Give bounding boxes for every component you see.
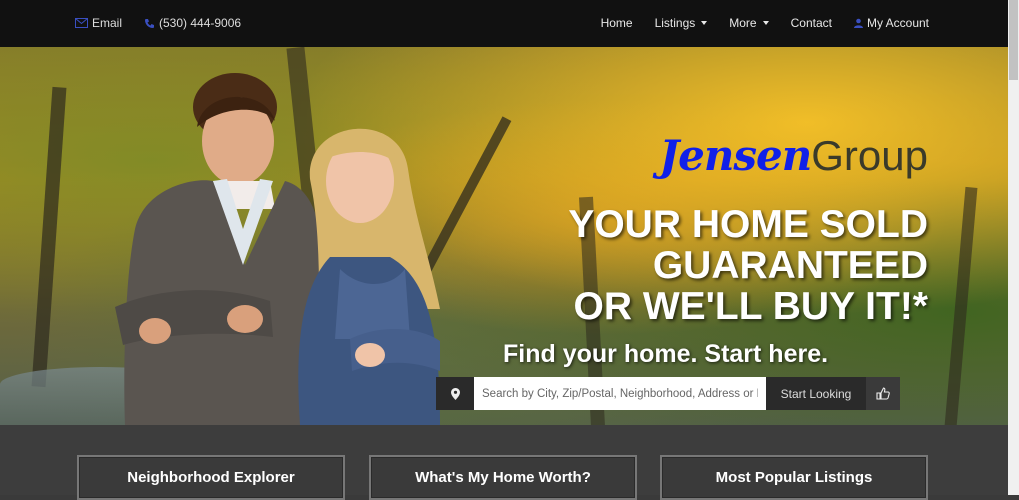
hero-subheadline: Find your home. Start here. bbox=[503, 340, 829, 368]
nav-home[interactable]: Home bbox=[601, 16, 633, 30]
nav-more-label: More bbox=[729, 16, 757, 30]
email-label: Email bbox=[92, 16, 123, 30]
chevron-down-icon bbox=[701, 21, 708, 25]
nav-contact[interactable]: Contact bbox=[791, 16, 832, 30]
nav-home-label: Home bbox=[600, 16, 633, 30]
card-title: Most Popular Listings bbox=[715, 469, 873, 486]
scrollbar-thumb[interactable] bbox=[1009, 0, 1018, 80]
popular-listings-card[interactable]: Most Popular Listings bbox=[660, 455, 928, 500]
headline-line: YOUR HOME SOLD bbox=[568, 203, 928, 246]
brand-logo: JensenGroup bbox=[659, 131, 928, 180]
nav-contact-label: Contact bbox=[790, 16, 832, 30]
thumbs-up-button[interactable] bbox=[866, 377, 900, 410]
logo-text-group: Group bbox=[811, 132, 928, 179]
hero-headline: YOUR HOME SOLD GUARANTEED OR WE'LL BUY I… bbox=[488, 204, 928, 327]
nav-listings-dropdown[interactable]: Listings bbox=[655, 16, 708, 30]
chevron-down-icon bbox=[762, 21, 769, 25]
hero-banner: JensenGroup YOUR HOME SOLD GUARANTEED OR… bbox=[0, 47, 1008, 425]
map-marker-icon bbox=[450, 387, 460, 400]
email-link[interactable]: Email bbox=[75, 16, 122, 30]
tree-trunk-decoration bbox=[944, 186, 978, 425]
home-worth-card[interactable]: What's My Home Worth? bbox=[369, 455, 637, 500]
card-title: Neighborhood Explorer bbox=[127, 469, 295, 486]
property-search-input[interactable] bbox=[474, 377, 766, 410]
nav-my-account[interactable]: My Account bbox=[853, 16, 929, 30]
card-title: What's My Home Worth? bbox=[415, 469, 591, 486]
nav-more-dropdown[interactable]: More bbox=[729, 16, 769, 30]
tree-trunk-decoration bbox=[31, 86, 67, 388]
property-search-bar: Start Looking bbox=[436, 377, 900, 410]
location-pin-button[interactable] bbox=[436, 377, 474, 410]
phone-label: (530) 444-9006 bbox=[159, 16, 242, 30]
agent-photo-woman bbox=[298, 128, 440, 425]
start-looking-button[interactable]: Start Looking bbox=[766, 377, 866, 410]
headline-line: GUARANTEED bbox=[652, 244, 928, 287]
user-icon bbox=[853, 18, 863, 28]
phone-link[interactable]: (530) 444-9006 bbox=[144, 16, 241, 30]
envelope-icon bbox=[75, 18, 88, 28]
nav-listings-label: Listings bbox=[654, 16, 696, 30]
headline-line: OR WE'LL BUY IT!* bbox=[573, 285, 928, 328]
top-navbar: Email (530) 444-9006 Home Listings More … bbox=[0, 0, 1008, 47]
phone-icon bbox=[145, 18, 155, 28]
nav-account-label: My Account bbox=[866, 16, 929, 30]
thumbs-up-icon bbox=[876, 387, 890, 400]
logo-text-jensen: Jensen bbox=[659, 131, 812, 180]
feature-cards-section: Neighborhood Explorer What's My Home Wor… bbox=[0, 425, 1008, 500]
neighborhood-explorer-card[interactable]: Neighborhood Explorer bbox=[77, 455, 345, 500]
page-scrollbar[interactable] bbox=[1008, 0, 1019, 495]
